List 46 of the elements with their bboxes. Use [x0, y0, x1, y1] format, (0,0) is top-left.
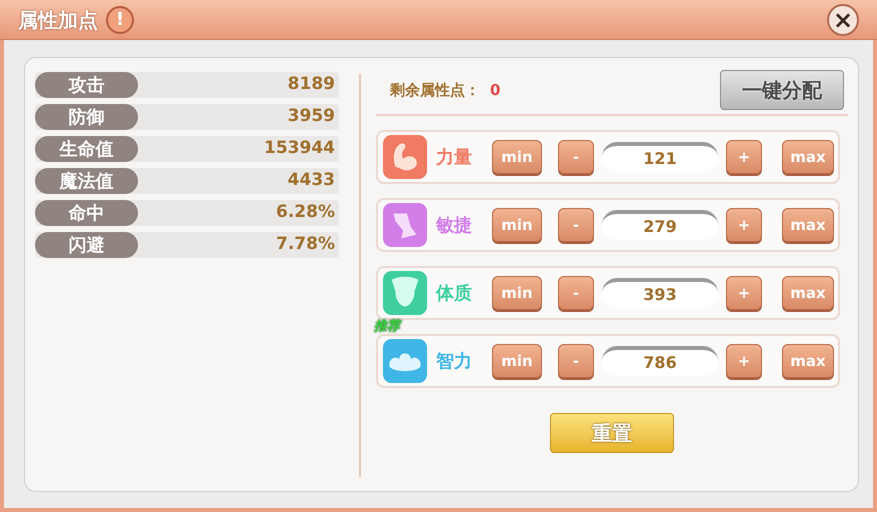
plus-button[interactable]: + [726, 140, 762, 174]
minus-button[interactable]: - [558, 208, 594, 242]
attribute-name: 敏捷 [436, 214, 473, 238]
minus-button[interactable]: - [558, 140, 594, 174]
stat-value: 6.28% [275, 201, 336, 224]
plus-button[interactable]: + [726, 344, 762, 378]
max-button[interactable]: max [782, 276, 834, 310]
attribute-name: 智力 [436, 350, 473, 374]
auto-assign-button[interactable]: 一键分配 [720, 70, 844, 110]
stat-value: 7.78% [275, 233, 336, 256]
stat-label: 生命值 [35, 136, 138, 162]
min-button[interactable]: min [492, 276, 542, 310]
stat-value: 3959 [286, 105, 336, 128]
stat-label: 闪避 [35, 232, 138, 258]
stat-value: 4433 [286, 169, 336, 192]
value-field[interactable]: 279 [602, 210, 718, 240]
minus-button[interactable]: - [558, 276, 594, 310]
reset-button[interactable]: 重置 [550, 412, 674, 452]
alert-icon[interactable]: ! [106, 6, 134, 34]
recommended-label: 推荐 [374, 320, 400, 333]
stat-label: 防御 [35, 104, 138, 130]
remaining-points-value: 0 [490, 80, 500, 101]
attribute-name: 体质 [436, 282, 473, 306]
minus-button[interactable]: - [558, 344, 594, 378]
min-button[interactable]: min [492, 208, 542, 242]
arm-icon [382, 134, 428, 180]
max-button[interactable]: max [782, 140, 834, 174]
min-button[interactable]: min [492, 344, 542, 378]
close-button[interactable]: × [827, 4, 859, 36]
max-button[interactable]: max [782, 208, 834, 242]
plus-button[interactable]: + [726, 208, 762, 242]
window-title: 属性加点 [18, 6, 98, 34]
torso-icon [382, 270, 428, 316]
attribute-name: 力量 [436, 146, 473, 170]
stat-value: 8189 [286, 73, 336, 96]
remaining-points-label: 剩余属性点： [390, 80, 480, 101]
value-field[interactable]: 786 [602, 346, 718, 376]
value-field[interactable]: 121 [602, 142, 718, 172]
stat-label: 攻击 [35, 72, 138, 98]
stat-label: 魔法值 [35, 168, 138, 194]
stat-value: 153944 [263, 137, 336, 160]
plus-button[interactable]: + [726, 276, 762, 310]
stat-label: 命中 [35, 200, 138, 226]
value-field[interactable]: 393 [602, 278, 718, 308]
max-button[interactable]: max [782, 344, 834, 378]
min-button[interactable]: min [492, 140, 542, 174]
